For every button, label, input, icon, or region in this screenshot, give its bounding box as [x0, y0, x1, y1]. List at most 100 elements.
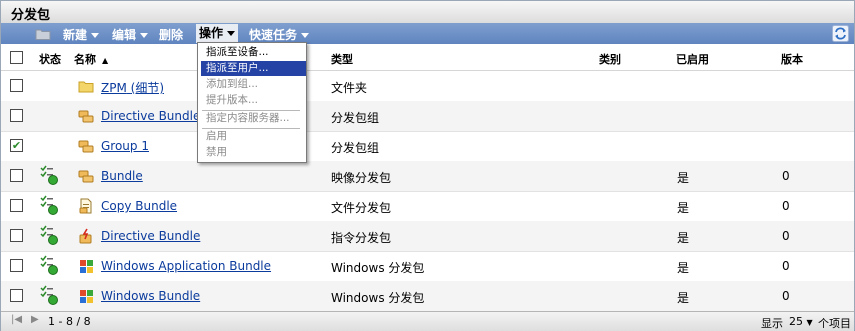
new-menu-button[interactable]: 新建: [63, 26, 100, 43]
item-type: 分发包组: [331, 111, 380, 125]
bundles-panel: 分发包 新建 编辑 删除 操作 快速任务 状态 名称 ▲ 类型 类别 已启用 版本…: [0, 0, 855, 331]
item-type: Windows 分发包: [331, 291, 425, 305]
actions-menu-button[interactable]: 操作: [196, 24, 239, 43]
item-name-link[interactable]: Bundle: [101, 169, 143, 183]
item-version: 0: [782, 259, 790, 273]
item-name-link[interactable]: Group 1: [101, 139, 149, 153]
row-checkbox[interactable]: [10, 259, 23, 272]
table-row[interactable]: ✔ Group 1 分发包组: [1, 131, 854, 162]
column-category[interactable]: 类别: [599, 51, 621, 67]
column-name[interactable]: 名称 ▲: [74, 51, 108, 67]
actions-dropdown-menu: 指派至设备... 指派至用户... 添加到组... 提升版本... 指定内容服务…: [197, 42, 307, 163]
item-name: ZPM: [101, 81, 127, 95]
row-checkbox[interactable]: ✔: [10, 139, 23, 152]
status-ok-icon: [40, 285, 58, 305]
edit-label: 编辑: [112, 28, 137, 42]
table-row[interactable]: Directive Bundle 指令分发包 是 0: [1, 221, 854, 252]
chevron-down-icon: [91, 33, 100, 38]
column-enabled[interactable]: 已启用: [676, 51, 709, 67]
edit-menu-button[interactable]: 编辑: [112, 26, 149, 43]
item-type: 文件夹: [331, 81, 368, 95]
row-checkbox[interactable]: [10, 289, 23, 302]
actions-label: 操作: [199, 26, 224, 40]
folder-icon: [78, 81, 94, 93]
status-ok-icon: [40, 195, 58, 215]
directive-bundle-icon: [79, 228, 92, 244]
item-name-link[interactable]: Copy Bundle: [101, 199, 177, 213]
toolbar: 新建 编辑 删除 操作 快速任务: [1, 23, 854, 44]
sort-ascending-icon: ▲: [102, 56, 109, 65]
item-version: 0: [782, 169, 790, 183]
row-checkbox[interactable]: [10, 199, 23, 212]
chevron-down-icon: [227, 31, 236, 36]
status-ok-icon: [40, 225, 58, 245]
per-page-label: 个项目: [818, 317, 851, 330]
item-name-link[interactable]: ZPM (细节): [101, 79, 164, 96]
bundle-group-icon: [78, 140, 94, 153]
select-all-checkbox[interactable]: [10, 51, 23, 64]
item-name-link[interactable]: Windows Application Bundle: [101, 259, 271, 273]
item-enabled: 是: [677, 231, 690, 245]
column-name-label: 名称: [74, 53, 96, 66]
row-checkbox[interactable]: [10, 79, 23, 92]
page-range: 1 - 8 / 8: [48, 315, 91, 328]
column-version[interactable]: 版本: [781, 51, 803, 67]
item-enabled: 是: [677, 171, 690, 185]
table-row[interactable]: Windows Bundle Windows 分发包 是 0: [1, 281, 854, 312]
prev-page-button[interactable]: ▶: [31, 314, 39, 325]
status-ok-icon: [40, 165, 58, 185]
row-checkbox[interactable]: [10, 109, 23, 122]
table-row[interactable]: Directive Bundle 分发包组: [1, 101, 854, 132]
item-version: 0: [782, 229, 790, 243]
column-status[interactable]: 状态: [39, 51, 61, 67]
item-type: 分发包组: [331, 141, 380, 155]
item-name-link[interactable]: Directive Bundle: [101, 229, 200, 243]
item-type: 映像分发包: [331, 171, 392, 185]
item-type: Windows 分发包: [331, 261, 425, 275]
menu-item-assign-device[interactable]: 指派至设备...: [201, 45, 306, 60]
table-row[interactable]: ZPM (细节) 文件夹: [1, 71, 854, 102]
table-header: 状态 名称 ▲ 类型 类别 已启用 版本: [1, 44, 854, 71]
new-label: 新建: [63, 28, 88, 42]
first-page-button[interactable]: |◀: [11, 314, 22, 325]
chevron-down-icon: ▼: [806, 318, 813, 327]
delete-button[interactable]: 删除: [159, 26, 183, 43]
bundle-group-icon: [78, 110, 94, 123]
item-enabled: 是: [677, 291, 690, 305]
item-name-link[interactable]: Windows Bundle: [101, 289, 200, 303]
item-version: 0: [782, 199, 790, 213]
menu-item-assign-user[interactable]: 指派至用户...: [201, 61, 306, 76]
menu-item-enable: 启用: [206, 130, 227, 142]
page-size-select[interactable]: 25 ▼: [789, 315, 813, 328]
panel-titlebar: 分发包: [1, 1, 854, 24]
image-bundle-icon: [78, 170, 94, 183]
status-ok-icon: [40, 255, 58, 275]
pagination-bar: |◀ ▶ 1 - 8 / 8 显示 25 ▼ 个项目: [1, 311, 854, 331]
menu-item-add-to-group: 添加到组...: [206, 78, 259, 90]
item-name-link[interactable]: Directive Bundle: [101, 109, 200, 123]
table-row[interactable]: Copy Bundle 文件分发包 是 0: [1, 191, 854, 222]
item-type: 指令分发包: [331, 231, 392, 245]
column-type[interactable]: 类型: [331, 51, 353, 67]
table-row[interactable]: Bundle 映像分发包 是 0: [1, 161, 854, 192]
table-row[interactable]: Windows Application Bundle Windows 分发包 是…: [1, 251, 854, 282]
quick-tasks-menu-button[interactable]: 快速任务: [249, 26, 310, 43]
row-checkbox[interactable]: [10, 229, 23, 242]
page-size-value: 25: [789, 315, 803, 328]
file-bundle-icon: [79, 198, 92, 214]
quick-tasks-label: 快速任务: [249, 28, 298, 42]
refresh-icon[interactable]: [832, 25, 849, 42]
chevron-down-icon: [301, 33, 310, 38]
item-enabled: 是: [677, 261, 690, 275]
panel-title: 分发包: [11, 8, 51, 23]
menu-item-increment-version: 提升版本...: [206, 94, 259, 106]
item-version: 0: [782, 289, 790, 303]
details-link[interactable]: (细节): [131, 81, 164, 95]
show-label: 显示: [761, 317, 783, 330]
item-type: 文件分发包: [331, 201, 392, 215]
folder-up-icon[interactable]: [35, 27, 51, 40]
row-checkbox[interactable]: [10, 169, 23, 182]
menu-item-content-server: 指定内容服务器...: [206, 112, 290, 124]
windows-bundle-icon: [80, 290, 93, 303]
item-enabled: 是: [677, 201, 690, 215]
